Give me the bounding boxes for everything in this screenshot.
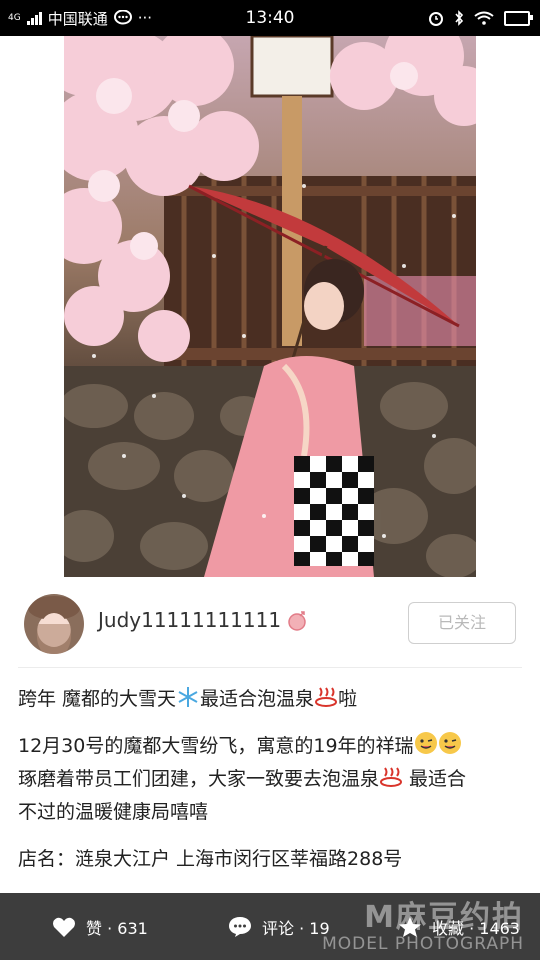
divider — [18, 667, 522, 668]
title-text-2: 最适合泡温泉 — [200, 688, 315, 710]
wink-tongue-emoji-icon — [414, 732, 437, 754]
watermark-logo: M麻豆约拍 MODEL PHOTOGRAPH — [322, 900, 524, 955]
body-line-3: 不过的温暖健康局嘻嘻 — [18, 801, 209, 823]
post-body: 12月30号的魔都大雪纷飞，寓意的19年的祥瑞 琢磨着带员工们团建，大家一致要去… — [18, 730, 528, 829]
title-text-1: 跨年 魔都的大雪天 — [18, 688, 177, 710]
wink-tongue-emoji-icon-2 — [438, 732, 461, 754]
body-text-1: 12月30号的魔都大雪纷飞，寓意的19年的祥瑞 — [18, 735, 414, 757]
bluetooth-icon — [455, 10, 464, 26]
female-gender-icon — [288, 611, 306, 631]
status-bar: 4G 中国联通 ··· 13:40 — [0, 0, 540, 36]
comment-icon — [229, 916, 251, 937]
alarm-icon — [429, 12, 443, 26]
title-text-3: 啦 — [338, 688, 358, 710]
shop-info: 店名：涟泉大江户 上海市闵行区莘福路288号 — [18, 848, 403, 870]
hot-springs-icon-2 — [380, 767, 403, 787]
post-photo[interactable] — [64, 36, 476, 577]
author-name[interactable]: Judy11111111111 — [98, 608, 281, 632]
follow-button[interactable]: 已关注 — [408, 602, 516, 644]
post-title: 跨年 魔都的大雪天 最适合泡温泉 啦 — [18, 684, 357, 711]
like-count: 赞 · 631 — [86, 918, 148, 938]
more-options-icon[interactable] — [480, 64, 520, 84]
body-line-2: 琢磨着带员工们团建，大家一致要去泡温泉 最适合 — [18, 763, 528, 796]
author-row: Judy11111111111 已关注 — [0, 588, 540, 668]
kimono-photo-illustration — [64, 36, 476, 577]
battery-icon — [504, 10, 533, 26]
photo-area — [0, 36, 540, 588]
body-text-2: 琢磨着带员工们团建，大家一致要去泡温泉 — [18, 768, 380, 790]
avatar[interactable] — [24, 594, 84, 654]
like-button[interactable]: 赞 · 631 — [52, 893, 148, 960]
status-right — [428, 0, 533, 36]
hot-springs-icon — [315, 687, 338, 707]
body-line-1: 12月30号的魔都大雪纷飞，寓意的19年的祥瑞 — [18, 730, 528, 763]
wifi-icon — [474, 11, 494, 25]
watermark-top: M麻豆约拍 — [364, 900, 524, 935]
back-arrow-icon[interactable] — [30, 58, 60, 90]
comment-count: 评论 · 19 — [262, 918, 330, 938]
watermark-bottom: MODEL PHOTOGRAPH — [322, 934, 524, 954]
heart-icon — [53, 917, 75, 937]
snowflake-icon — [178, 687, 198, 707]
comment-button[interactable]: 评论 · 19 — [228, 893, 330, 960]
body-text-3: 最适合 — [403, 768, 467, 790]
